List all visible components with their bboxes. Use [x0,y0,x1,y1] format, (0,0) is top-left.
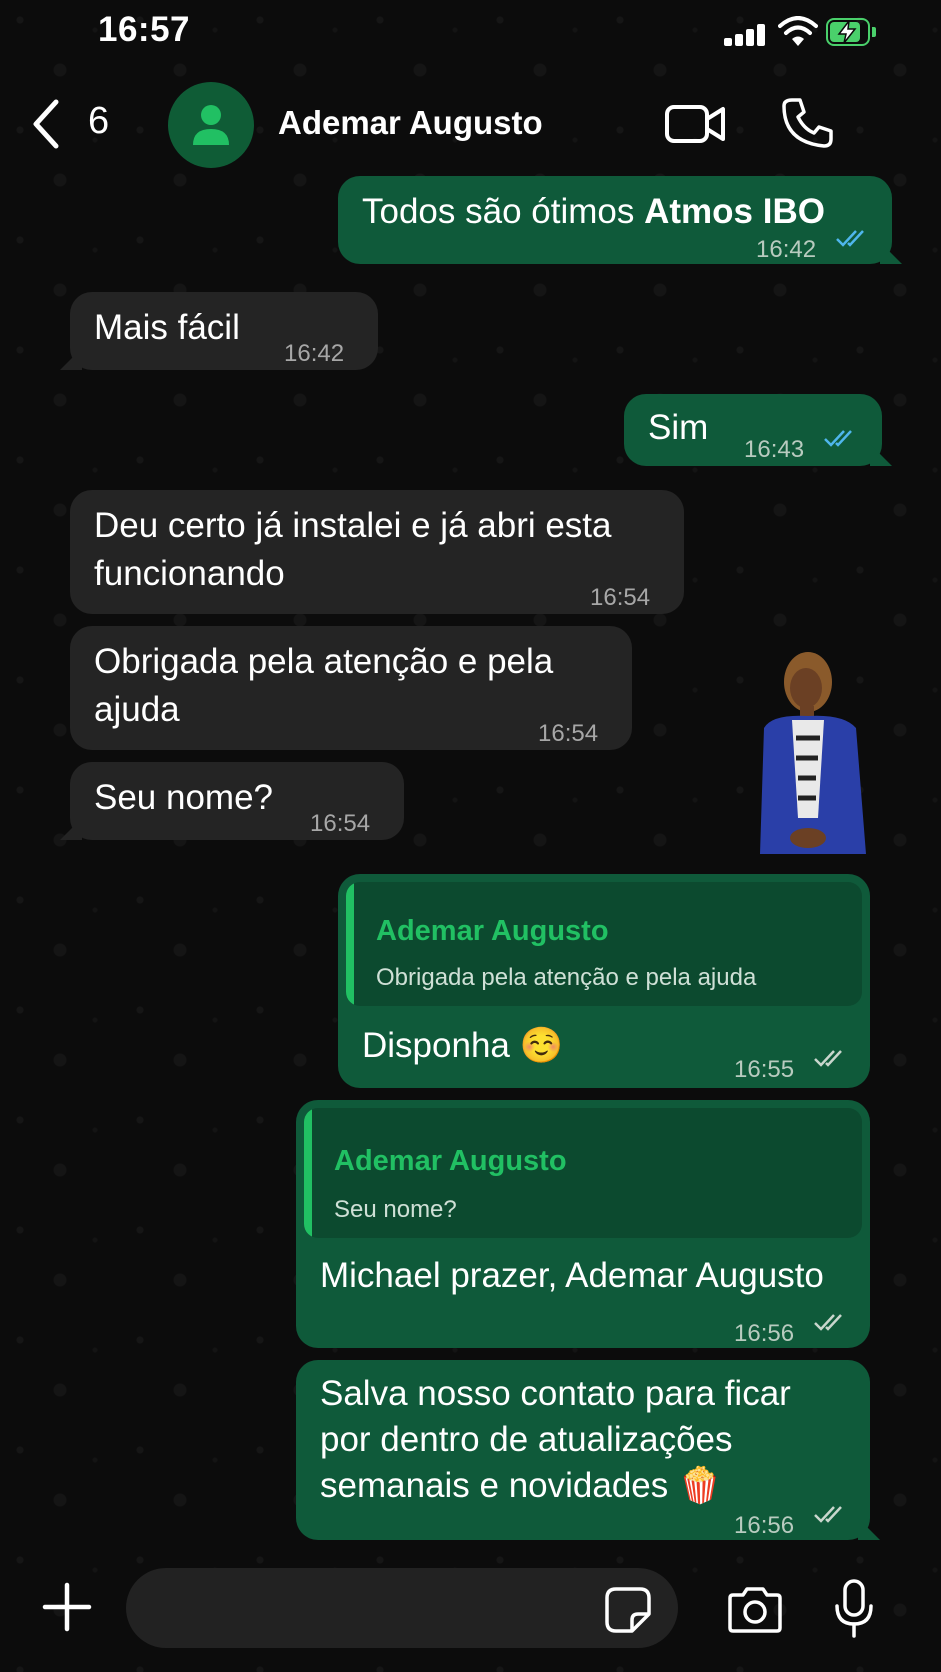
quoted-sender: Ademar Augusto [376,915,609,947]
message-outgoing[interactable]: Sim 16:43 [624,394,882,466]
message-outgoing[interactable]: Ademar Augusto Seu nome? Michael prazer,… [296,1100,870,1348]
message-text-line: Salva nosso contato para ficar [320,1374,791,1413]
delivered-receipt-icon [814,1506,842,1523]
delivered-receipt-icon [814,1314,842,1331]
quoted-sender: Ademar Augusto [334,1145,567,1177]
message-time: 16:42 [284,340,345,367]
message-text-line: Obrigada pela atenção e pela [94,642,554,681]
message-outgoing[interactable]: Ademar Augusto Obrigada pela atenção e p… [338,874,870,1088]
person-icon [193,105,229,145]
message-text: Disponha ☺️ [362,1026,564,1065]
contact-name[interactable]: Ademar Augusto [278,104,543,142]
message-text-line: por dentro de atualizações [320,1420,733,1459]
status-time: 16:57 [98,10,191,49]
microphone-icon[interactable] [834,1578,874,1640]
quoted-text: Obrigada pela atenção e pela ajuda [376,964,757,991]
message-time: 16:56 [734,1512,795,1539]
message-time: 16:43 [744,436,805,463]
message-incoming[interactable]: Obrigada pela atenção e pela ajuda 16:54 [70,626,632,750]
phone-icon[interactable] [780,96,834,150]
message-outgoing[interactable]: Salva nosso contato para ficar por dentr… [296,1360,870,1540]
message-text-line: semanais e novidades 🍿 [320,1466,722,1505]
message-text: Sim [648,408,709,447]
quote-bar [304,1108,312,1238]
plus-icon[interactable] [42,1582,92,1632]
message-incoming[interactable]: Deu certo já instalei e já abri esta fun… [70,490,684,614]
camera-icon[interactable] [726,1586,784,1634]
avatar[interactable] [168,82,254,168]
message-outgoing[interactable]: Todos são ótimos Atmos IBO 16:42 [338,176,892,264]
quoted-text: Seu nome? [334,1196,457,1223]
message-input[interactable] [126,1568,678,1648]
back-chevron-icon[interactable] [28,98,64,150]
message-time: 16:56 [734,1320,795,1347]
read-receipt-icon [824,430,852,447]
sticker-image[interactable] [752,648,870,866]
quote-bar [346,882,354,1006]
message-time: 16:54 [538,720,599,747]
quoted-message[interactable]: Ademar Augusto Obrigada pela atenção e p… [346,882,862,1006]
message-time: 16:42 [756,236,817,263]
message-text: Mais fácil [94,308,240,347]
message-text: Todos são ótimos [362,192,645,231]
wifi-icon [778,16,818,46]
message-time: 16:54 [310,810,371,837]
message-text: Michael prazer, Ademar Augusto [320,1256,824,1295]
message-text-line: funcionando [94,554,285,593]
message-time: 16:55 [734,1056,795,1083]
video-call-icon[interactable] [664,102,726,146]
battery-icon [826,18,878,48]
message-text: Seu nome? [94,778,274,817]
signal-icon [724,24,768,46]
message-text-line: Deu certo já instalei e já abri esta [94,506,612,545]
read-receipt-icon [836,230,864,247]
message-time: 16:54 [590,584,651,611]
message-text-line: ajuda [94,690,180,729]
unread-count[interactable]: 6 [88,100,109,143]
message-incoming[interactable]: Mais fácil 16:42 [70,292,378,370]
message-incoming[interactable]: Seu nome? 16:54 [70,762,404,840]
delivered-receipt-icon [814,1050,842,1067]
quoted-message[interactable]: Ademar Augusto Seu nome? [304,1108,862,1238]
sticker-icon[interactable] [604,1586,652,1634]
